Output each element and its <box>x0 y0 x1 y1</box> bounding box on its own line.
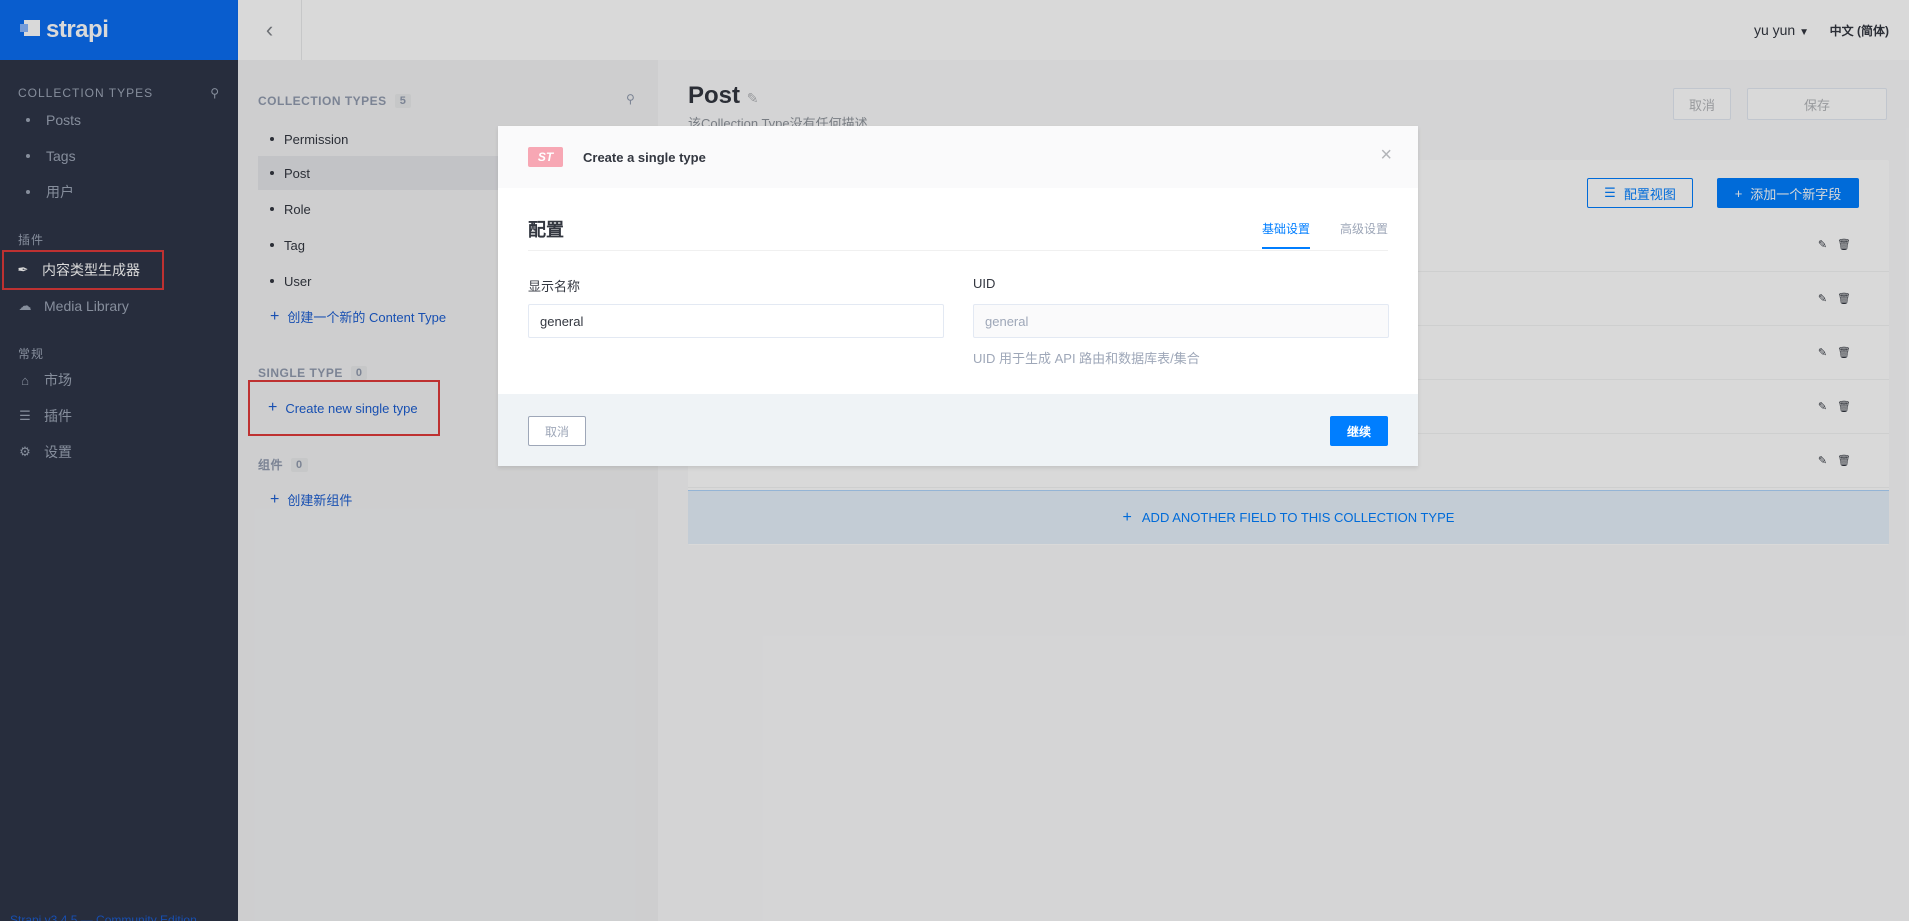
modal-body: 配置 基础设置 高级设置 显示名称 general UID general UI… <box>498 188 1418 394</box>
uid-hint: UID 用于生成 API 路由和数据库表/集合 <box>973 351 1200 366</box>
display-name-input[interactable]: general <box>528 304 944 338</box>
modal-title: Create a single type <box>583 149 706 165</box>
single-type-badge: ST <box>528 147 563 167</box>
close-icon[interactable]: × <box>1380 144 1392 167</box>
display-name-label: 显示名称 <box>528 279 581 294</box>
uid-input: general <box>973 304 1389 338</box>
cancel-button[interactable]: 取消 <box>528 416 586 446</box>
create-single-type-modal: ST Create a single type × 配置 基础设置 高级设置 显… <box>498 126 1418 466</box>
tab-advanced-settings[interactable]: 高级设置 <box>1340 214 1388 249</box>
continue-button[interactable]: 继续 <box>1330 416 1388 446</box>
modal-footer: 取消 继续 <box>498 394 1418 466</box>
settings-tabs: 基础设置 高级设置 <box>1232 214 1388 249</box>
tab-basic-settings[interactable]: 基础设置 <box>1261 214 1310 249</box>
divider <box>528 250 1388 251</box>
section-title: 配置 <box>528 220 564 240</box>
modal-header: ST Create a single type × <box>498 126 1418 188</box>
uid-label: UID <box>973 276 996 291</box>
